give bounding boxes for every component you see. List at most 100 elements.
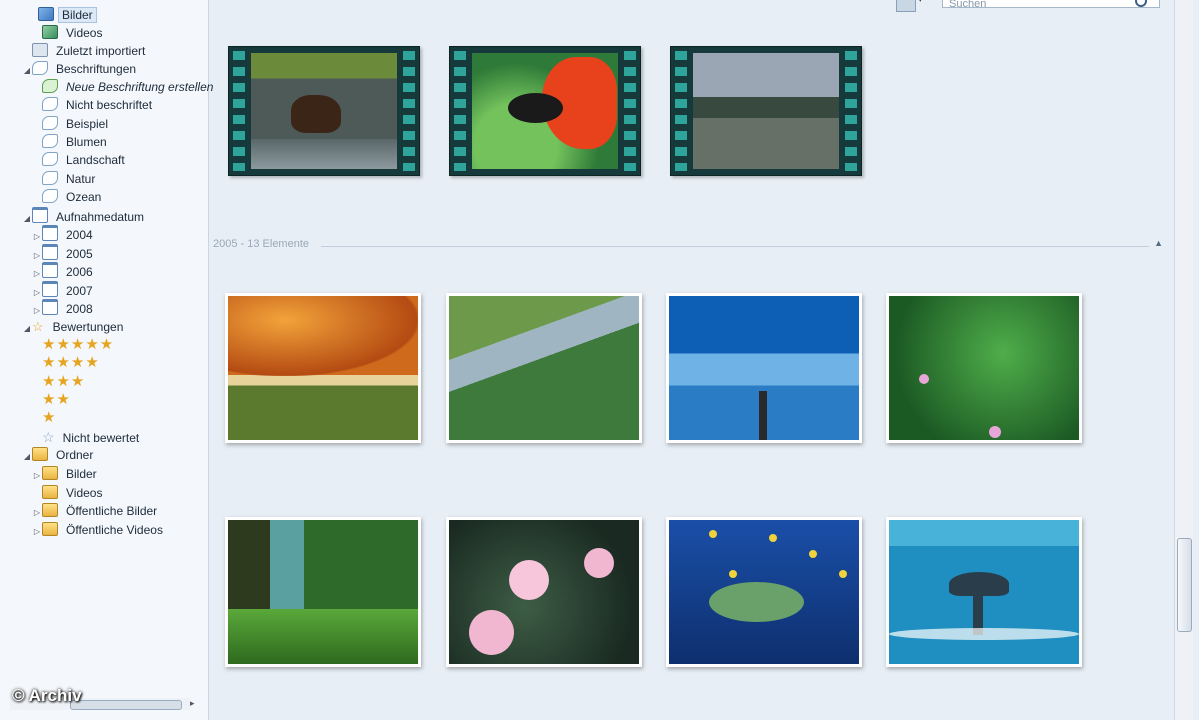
tree-item-date-taken[interactable]: ◢ Aufnahmedatum	[22, 207, 148, 225]
videos-icon	[42, 25, 58, 39]
tree-item-label: Aufnahmedatum	[56, 210, 145, 224]
tree-item-label: Beispiel	[66, 117, 109, 131]
star-icon: ☆	[32, 319, 45, 334]
folder-icon	[42, 503, 58, 517]
rating-5-stars[interactable]: ★★★★★	[42, 336, 114, 354]
tree-item-label: 2007	[66, 284, 93, 298]
thumbnail-image	[889, 520, 1079, 664]
tree-item-label: 2008	[66, 302, 93, 316]
tag-icon	[42, 171, 58, 185]
video-thumbnail-lake[interactable]	[670, 46, 862, 176]
video-thumbnail-bear[interactable]	[228, 46, 420, 176]
rating-4-stars[interactable]: ★★★★	[42, 354, 100, 372]
photo-thumbnail-whale-tail[interactable]	[886, 517, 1082, 667]
expand-arrow-icon[interactable]: ▷	[32, 504, 42, 522]
tree-item-tag-landschaft[interactable]: Landschaft	[42, 151, 129, 169]
thumbnail-image	[251, 53, 397, 169]
tree-item-folders[interactable]: ◢ Ordner	[22, 446, 97, 464]
tree-item-label: Beschriftungen	[56, 62, 137, 76]
tree-item-not-rated[interactable]: ☆ Nicht bewertet	[42, 428, 143, 446]
tree-item-year-2005[interactable]: ▷ 2005	[32, 244, 97, 262]
group-header-2005[interactable]: 2005 - 13 Elemente ▲	[213, 238, 1163, 254]
thumbnail-image	[449, 520, 639, 664]
photo-thumbnail-green-flowers[interactable]	[886, 293, 1082, 443]
tree-item-untagged[interactable]: Nicht beschriftet	[42, 96, 156, 114]
tree-item-year-2007[interactable]: ▷ 2007	[32, 281, 97, 299]
photo-thumbnail-autumn-tree[interactable]	[225, 293, 421, 443]
tag-icon	[42, 152, 58, 166]
thumbnail-image	[449, 296, 639, 440]
tree-item-year-2006[interactable]: ▷ 2006	[32, 262, 97, 280]
collapse-group-icon[interactable]: ▲	[1154, 238, 1163, 248]
tree-item-label: 2006	[66, 265, 93, 279]
tree-item-label: Ordner	[56, 448, 94, 462]
tree-item-label: Landschaft	[66, 153, 125, 167]
navigation-tree: Bilder Videos Zuletzt importiert ◢ Beschr…	[0, 0, 213, 720]
folder-icon	[32, 447, 48, 461]
tree-item-videos[interactable]: Videos	[42, 24, 106, 42]
star-empty-icon: ☆	[42, 429, 55, 445]
search-input[interactable]: Suchen	[942, 0, 1160, 10]
scroll-right-icon[interactable]: ▸	[190, 698, 195, 709]
tree-item-tag-blumen[interactable]: Blumen	[42, 133, 111, 151]
tree-item-label: Bewertungen	[52, 320, 124, 334]
tree-item-year-2008[interactable]: ▷ 2008	[32, 299, 97, 317]
photo-thumbnail-forest-path[interactable]	[225, 517, 421, 667]
tree-item-folder-videos[interactable]: Videos	[42, 484, 106, 502]
collapse-arrow-icon[interactable]: ◢	[22, 62, 32, 80]
tree-item-tag-ozean[interactable]: Ozean	[42, 188, 105, 206]
folder-icon	[42, 485, 58, 499]
rating-3-stars[interactable]: ★★★	[42, 373, 85, 391]
rating-2-stars[interactable]: ★★	[42, 391, 71, 409]
vertical-scrollbar[interactable]	[1174, 0, 1193, 720]
collapse-arrow-icon[interactable]: ◢	[22, 210, 32, 228]
photo-thumbnail-pink-blossoms[interactable]	[446, 517, 642, 667]
expand-arrow-icon[interactable]: ▷	[32, 523, 42, 541]
photo-thumbnail-sea-turtle[interactable]	[666, 517, 862, 667]
calendar-icon	[42, 281, 58, 297]
scrollbar-thumb[interactable]	[70, 700, 182, 710]
collapse-arrow-icon[interactable]: ◢	[22, 448, 32, 466]
tree-item-new-tag[interactable]: Neue Beschriftung erstellen	[42, 78, 217, 96]
tree-item-bilder[interactable]: Bilder	[38, 6, 97, 24]
photo-thumbnail-ocean-pier[interactable]	[666, 293, 862, 443]
group-header-label: 2005 - 13 Elemente	[213, 238, 310, 250]
calendar-icon	[42, 262, 58, 278]
calendar-icon	[42, 244, 58, 260]
tag-icon	[32, 61, 48, 75]
folder-icon	[42, 466, 58, 480]
tree-item-year-2004[interactable]: ▷ 2004	[32, 225, 97, 243]
tree-item-tag-beispiel[interactable]: Beispiel	[42, 115, 112, 133]
calendar-icon	[32, 207, 48, 223]
thumbnail-image	[889, 296, 1079, 440]
new-tag-icon	[42, 79, 58, 93]
thumbnail-image	[472, 53, 618, 169]
tag-icon	[42, 116, 58, 130]
thumbnail-image	[669, 520, 859, 664]
tree-item-folder-bilder[interactable]: ▷ Bilder	[32, 465, 101, 483]
recent-import-icon	[32, 43, 48, 57]
video-thumbnail-butterfly[interactable]	[449, 46, 641, 176]
chevron-down-icon[interactable]: ▾	[918, 0, 923, 5]
tree-item-tag-natur[interactable]: Natur	[42, 170, 99, 188]
view-options-button[interactable]	[896, 0, 916, 12]
tree-item-label: Öffentliche Bilder	[66, 504, 158, 518]
tree-item-tags[interactable]: ◢ Beschriftungen	[22, 60, 140, 78]
photo-thumbnail-stream[interactable]	[446, 293, 642, 443]
tree-item-recent-import[interactable]: Zuletzt importiert	[32, 42, 149, 60]
tree-item-label: Bilder	[66, 467, 97, 481]
scrollbar-thumb[interactable]	[1177, 538, 1192, 632]
expand-arrow-icon[interactable]: ▷	[32, 467, 42, 485]
rating-1-star[interactable]: ★	[42, 409, 56, 427]
tree-item-label: 2005	[66, 247, 93, 261]
tree-item-public-videos[interactable]: ▷ Öffentliche Videos	[32, 521, 167, 539]
tree-item-label: Zuletzt importiert	[56, 44, 146, 58]
tree-item-label: Videos	[66, 486, 103, 500]
tree-item-ratings[interactable]: ◢ ☆ Bewertungen	[22, 318, 127, 336]
calendar-icon	[42, 225, 58, 241]
tree-item-public-pictures[interactable]: ▷ Öffentliche Bilder	[32, 502, 161, 520]
search-icon[interactable]	[1135, 0, 1147, 7]
collapse-arrow-icon[interactable]: ◢	[22, 320, 32, 338]
thumbnail-image	[693, 53, 839, 169]
copyright-watermark: © Archiv	[12, 686, 82, 705]
